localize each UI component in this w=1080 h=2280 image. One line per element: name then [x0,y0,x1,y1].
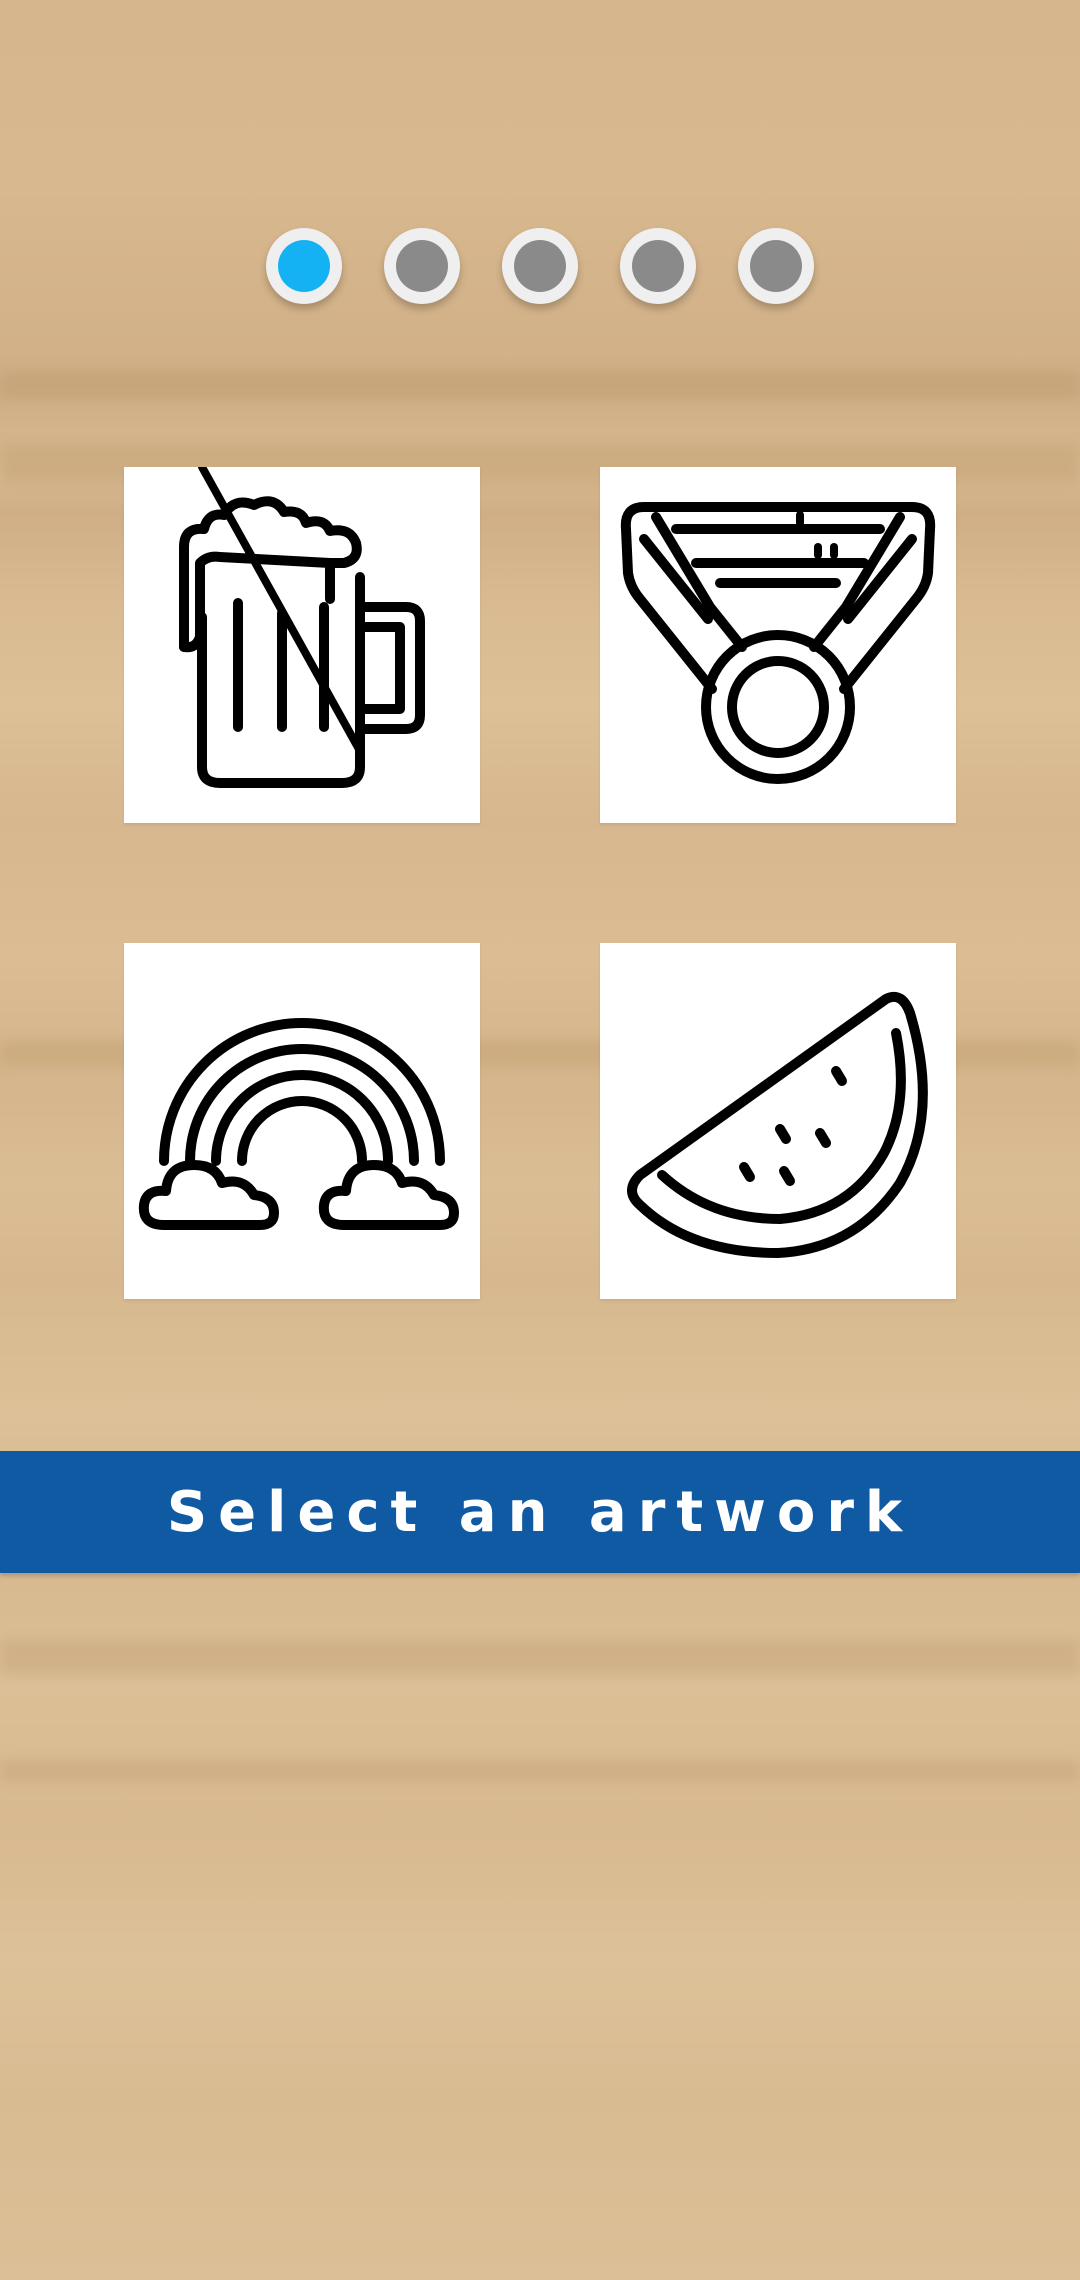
artwork-tile-medal[interactable] [600,467,956,823]
page-dot-fill [632,240,684,292]
artwork-tile-beer[interactable] [124,467,480,823]
beer-mug-icon [179,467,425,788]
wood-grain [0,1760,1080,1782]
artwork-tile-watermelon[interactable] [600,943,956,1299]
banner-label: Select an artwork [166,1479,914,1545]
medal-icon [620,502,936,784]
page-indicator [0,228,1080,306]
page-dot-fill [750,240,802,292]
page-dot-4[interactable] [620,228,696,304]
rainbow-icon [138,1018,459,1230]
page-dot-1[interactable] [266,228,342,304]
page-dot-fill [396,240,448,292]
artwork-tile-rainbow[interactable] [124,943,480,1299]
page-dot-3[interactable] [502,228,578,304]
page-dot-fill [278,240,330,292]
page-dot-2[interactable] [384,228,460,304]
wood-grain [0,1640,1080,1674]
page-dot-5[interactable] [738,228,814,304]
select-artwork-banner: Select an artwork [0,1451,1080,1573]
page-dot-fill [514,240,566,292]
wood-grain [0,370,1080,400]
watermelon-slice-icon [627,991,928,1258]
